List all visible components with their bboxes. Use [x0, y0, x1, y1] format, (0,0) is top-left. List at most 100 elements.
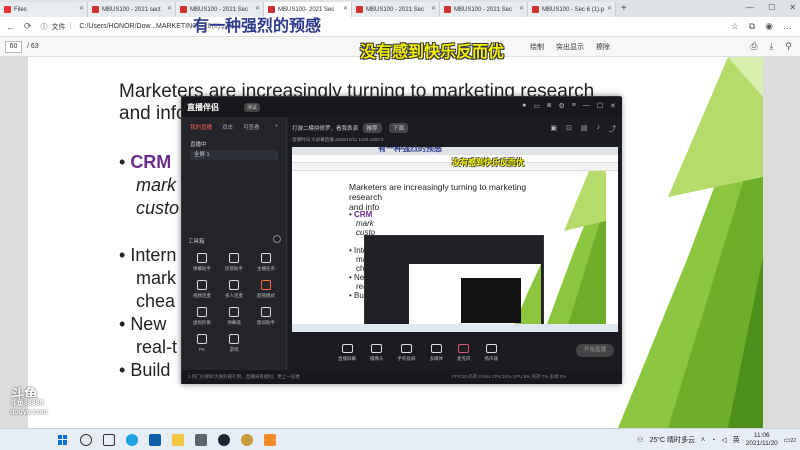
close-icon[interactable]: ✕: [610, 102, 616, 110]
network-icon[interactable]: ◔: [711, 437, 715, 444]
close-icon[interactable]: ✕: [167, 5, 172, 12]
ctrl-camera-button[interactable]: 摄像头: [370, 343, 384, 362]
maximize-icon[interactable]: ☐: [768, 3, 775, 12]
stream-preview[interactable]: Marketers are increasingly turning to ma…: [292, 147, 618, 332]
slide-bullet-text: mark: [136, 268, 176, 288]
minimize-icon[interactable]: —: [746, 3, 754, 12]
draw-tool[interactable]: 绘制: [530, 42, 544, 52]
tool-item[interactable]: 弹幕墙: [218, 307, 250, 326]
browser-tab[interactable]: MBUS100 - 2021 Sec ✕: [352, 2, 440, 17]
chevron-up-icon[interactable]: ˄: [701, 437, 705, 444]
input-language[interactable]: 英: [733, 435, 740, 445]
screen-icon[interactable]: ⊡: [566, 124, 572, 134]
close-icon[interactable]: ✕: [431, 5, 436, 12]
pdf-icon: [180, 6, 187, 13]
media-icon: [430, 343, 442, 353]
close-icon[interactable]: ✕: [79, 5, 84, 12]
avatar-icon[interactable]: ●: [522, 102, 526, 110]
close-icon[interactable]: ✕: [255, 5, 260, 12]
tool-item[interactable]: 超管模式: [250, 280, 282, 299]
toolbox-header: 工具箱: [188, 235, 281, 245]
back-icon[interactable]: ←: [6, 22, 15, 32]
steam-icon[interactable]: [218, 433, 230, 446]
tool-item[interactable]: 歌词助手: [250, 307, 282, 326]
stream-title[interactable]: 打游二模拼修罗，看我表演: [292, 126, 358, 132]
people-icon[interactable]: ⚇: [637, 436, 643, 444]
windows-start-icon[interactable]: [58, 434, 68, 445]
tool-item[interactable]: 弹幕助手: [186, 253, 218, 272]
pin-icon[interactable]: ⚲: [785, 41, 792, 52]
streamer-app-icon[interactable]: [264, 433, 276, 446]
clock[interactable]: 11:06 2021/11/20: [746, 432, 778, 448]
save-icon[interactable]: ⤓: [769, 41, 773, 52]
maximize-icon[interactable]: ☐: [597, 102, 603, 110]
tool-item[interactable]: 多人连麦: [218, 280, 250, 299]
browser-tab[interactable]: MBUS100 - 2021 sect ✕: [88, 2, 176, 17]
game-app-icon[interactable]: [195, 433, 207, 446]
tool-item[interactable]: 主播任务: [250, 253, 282, 272]
tool-item[interactable]: 虚拟形象: [186, 307, 218, 326]
menu-icon[interactable]: ≡: [572, 102, 576, 110]
browser-tab[interactable]: MBUS100 - Sec 6 (1).p ✕: [528, 2, 616, 17]
tool-label: 多人连麦: [225, 293, 243, 298]
toolbox-settings-icon[interactable]: [273, 235, 281, 243]
ctrl-media-button[interactable]: 多媒体: [430, 343, 443, 362]
task-view-icon[interactable]: [103, 433, 115, 446]
close-icon[interactable]: ✕: [607, 5, 612, 12]
browser-tab[interactable]: MBUS100 - 2021 Sec ✕: [440, 2, 528, 17]
message-icon[interactable]: ▭: [533, 102, 540, 110]
scene-item[interactable]: 直播中: [190, 140, 278, 150]
close-window-icon[interactable]: ✕: [789, 3, 796, 12]
share-icon[interactable]: ⤴: [609, 124, 616, 134]
ctrl-speaker-button[interactable]: 扬声器: [485, 343, 498, 362]
gift-icon[interactable]: ⧈: [547, 102, 551, 110]
ctrl-screen-button[interactable]: 直播屏幕: [338, 343, 356, 362]
stream-pill[interactable]: 下面: [389, 123, 409, 133]
ctrl-label: 手机投屏: [397, 355, 416, 361]
ctrl-mic-button[interactable]: 麦克风: [457, 343, 471, 362]
stream-tag[interactable]: 推荐: [362, 123, 382, 133]
go-live-button[interactable]: 开始直播: [576, 344, 614, 357]
tool-item[interactable]: PK: [186, 334, 218, 353]
volume-icon[interactable]: ◁: [721, 436, 726, 444]
tab-double[interactable]: 双击: [222, 123, 233, 131]
star-icon[interactable]: ☆: [731, 21, 739, 32]
tab-my-live[interactable]: 我的直播: [190, 123, 212, 131]
tab-view[interactable]: 可查看: [243, 123, 260, 131]
notification-icon[interactable]: ▭22: [784, 436, 796, 444]
chart-icon[interactable]: ▤: [581, 124, 588, 134]
danmaku-icon: [197, 253, 207, 263]
edge-icon[interactable]: [126, 433, 138, 446]
taskbar-apps: [80, 433, 276, 446]
page-number-input[interactable]: 60: [5, 41, 22, 53]
ctrl-phone-button[interactable]: 手机投屏: [397, 343, 416, 362]
profile-icon[interactable]: ◉: [765, 21, 773, 32]
print-icon[interactable]: ⎙: [750, 41, 757, 52]
tool-item[interactable]: 视频连麦: [186, 280, 218, 299]
new-tab-button[interactable]: +: [621, 3, 627, 14]
info-icon[interactable]: ⓘ: [41, 22, 48, 32]
bell-icon[interactable]: ♪: [597, 124, 601, 134]
league-icon[interactable]: [241, 433, 253, 446]
weather-text[interactable]: 25°C 晴时多云: [649, 435, 695, 445]
scene-item[interactable]: 全屏 1: [190, 150, 278, 160]
close-icon[interactable]: ✕: [343, 5, 348, 12]
file-explorer-icon[interactable]: [172, 433, 184, 446]
add-icon[interactable]: +: [275, 123, 278, 131]
preview-danmaku: 有一种强烈的预感: [378, 147, 442, 153]
highlight-tool[interactable]: 突出显示: [556, 42, 584, 52]
date: 2021/11/20: [745, 440, 778, 447]
close-icon[interactable]: ✕: [519, 5, 524, 12]
erase-tool[interactable]: 擦除: [596, 42, 610, 52]
minimize-icon[interactable]: —: [583, 102, 590, 110]
refresh-icon[interactable]: ⟳: [24, 21, 32, 32]
store-icon[interactable]: [149, 433, 161, 446]
settings-icon[interactable]: ⚙: [558, 102, 564, 110]
lock-icon[interactable]: ▣: [550, 124, 557, 134]
collections-icon[interactable]: ⧉: [749, 21, 755, 32]
more-icon[interactable]: …: [783, 21, 792, 32]
tool-item[interactable]: 房管助手: [218, 253, 250, 272]
search-icon[interactable]: [80, 433, 92, 446]
browser-tab[interactable]: Files ✕: [0, 2, 88, 17]
tool-item[interactable]: 游戏: [218, 334, 250, 353]
